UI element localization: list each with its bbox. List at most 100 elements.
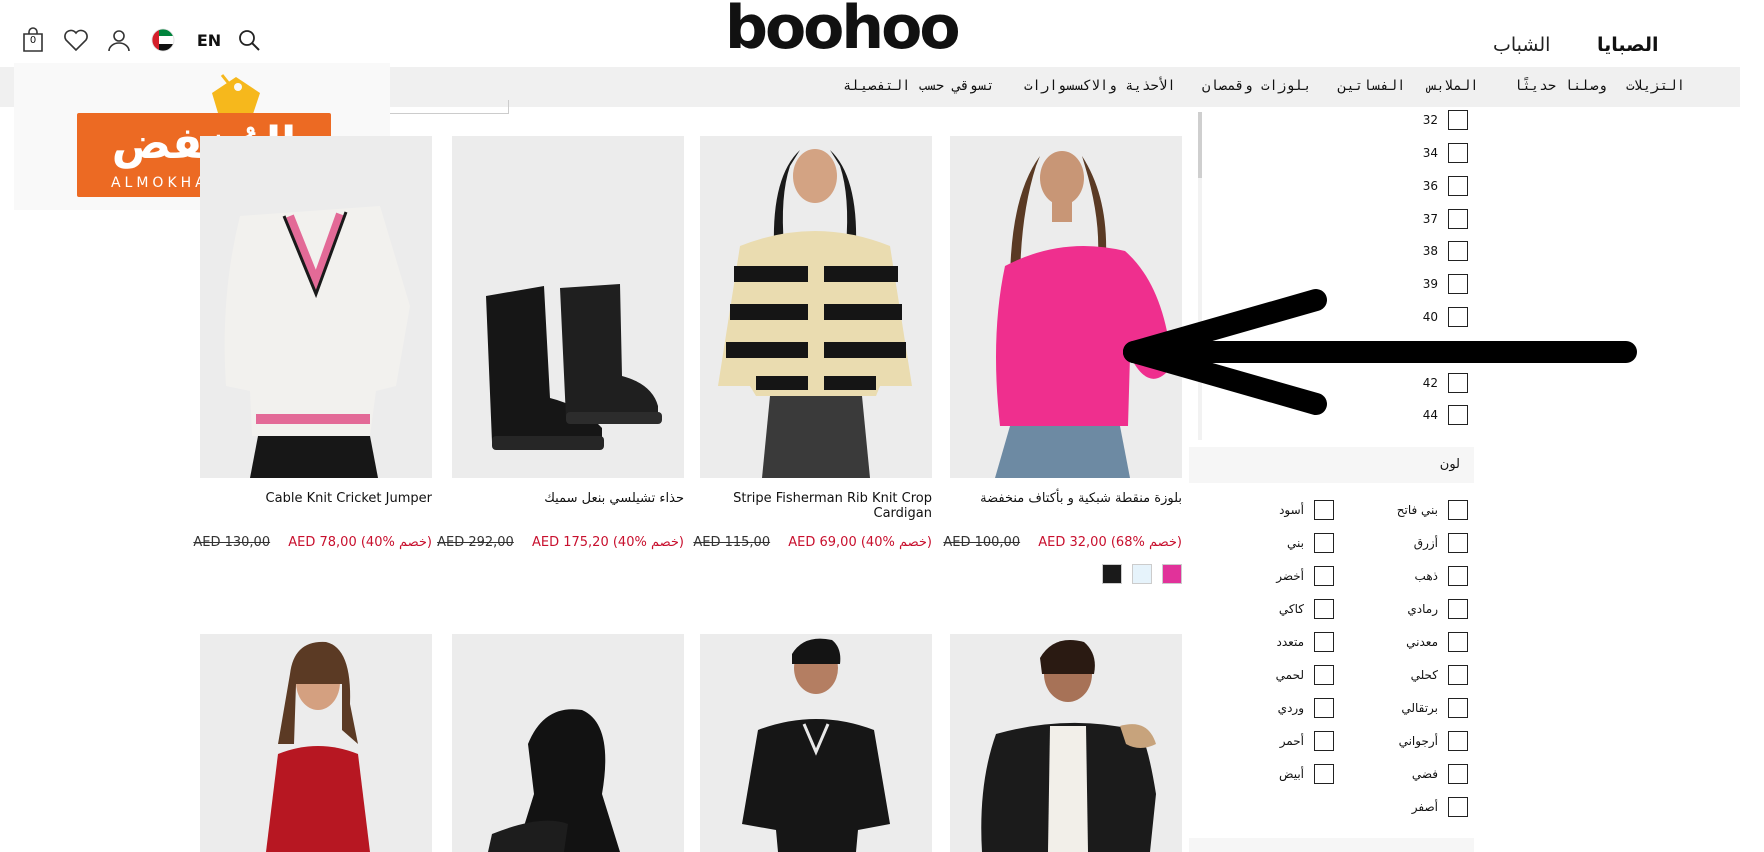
product-card[interactable]: [950, 634, 1182, 852]
search-icon[interactable]: [236, 26, 262, 54]
size-option-38[interactable]: 38: [1410, 241, 1468, 263]
color-option[interactable]: معدني: [1318, 632, 1468, 654]
color-option[interactable]: وردي: [1184, 698, 1334, 720]
product-card[interactable]: [200, 634, 432, 852]
color-label: أرجواني: [1398, 734, 1438, 748]
product-card[interactable]: حذاء تشيلسي بنعل سميك AED 292,00 AED 175…: [437, 136, 684, 550]
product-image[interactable]: [700, 136, 932, 478]
color-checkbox[interactable]: [1314, 731, 1334, 751]
color-checkbox[interactable]: [1448, 533, 1468, 553]
color-checkbox[interactable]: [1314, 764, 1334, 784]
color-checkbox[interactable]: [1448, 665, 1468, 685]
size-label: 32: [1422, 113, 1438, 127]
nav-item-tops[interactable]: بلوزات وقمصان: [1202, 78, 1312, 94]
color-label: فضي: [1411, 767, 1438, 781]
color-label: أسود: [1279, 503, 1304, 517]
nav-item-dresses[interactable]: الفساتين: [1338, 78, 1405, 94]
product-image[interactable]: [452, 136, 684, 478]
wishlist-icon[interactable]: [62, 26, 90, 54]
color-checkbox[interactable]: [1314, 665, 1334, 685]
product-name[interactable]: Stripe Fisherman Rib Knit Crop Cardigan: [700, 491, 932, 521]
color-option[interactable]: أصفر: [1318, 797, 1468, 819]
brand-logo[interactable]: boohoo: [725, 0, 961, 60]
next-filter-section[interactable]: [1189, 838, 1474, 852]
old-price: AED 115,00: [693, 535, 771, 550]
color-checkbox[interactable]: [1448, 566, 1468, 586]
color-option[interactable]: أسود: [1184, 500, 1334, 522]
color-checkbox[interactable]: [1314, 599, 1334, 619]
site-header: 0 EN boohoo الصبايا الشباب: [0, 0, 1764, 67]
product-card[interactable]: Stripe Fisherman Rib Knit Crop Cardigan …: [693, 136, 932, 550]
color-option[interactable]: بني: [1184, 533, 1334, 555]
flag-icon[interactable]: [150, 26, 176, 54]
language-switch[interactable]: EN: [194, 26, 224, 54]
color-label: أبيض: [1279, 767, 1304, 781]
color-option[interactable]: أرجواني: [1318, 731, 1468, 753]
product-name[interactable]: بلوزة منقطة شبكية و بأكتاف منخفضة: [950, 491, 1182, 506]
swatch-pink[interactable]: [1162, 564, 1182, 584]
color-label: برتقالي: [1401, 701, 1438, 715]
nav-item-new-in[interactable]: وصلنا حديثًا: [1514, 78, 1607, 94]
color-checkbox[interactable]: [1314, 698, 1334, 718]
color-option[interactable]: كحلي: [1318, 665, 1468, 687]
product-image[interactable]: [950, 634, 1182, 852]
color-filter-header[interactable]: لون: [1189, 447, 1474, 483]
color-checkbox[interactable]: [1448, 599, 1468, 619]
size-option-32[interactable]: 32: [1410, 110, 1468, 132]
size-checkbox[interactable]: [1448, 209, 1468, 229]
nav-item-clothing[interactable]: الملابس: [1428, 78, 1479, 94]
size-label: 38: [1422, 244, 1438, 258]
color-checkbox[interactable]: [1314, 500, 1334, 520]
swatch-light-blue[interactable]: [1132, 564, 1152, 584]
color-checkbox[interactable]: [1448, 698, 1468, 718]
swatch-black[interactable]: [1102, 564, 1122, 584]
color-option[interactable]: بني فاتح: [1318, 500, 1468, 522]
color-option[interactable]: لحمي: [1184, 665, 1334, 687]
color-checkbox[interactable]: [1314, 632, 1334, 652]
product-image[interactable]: [452, 634, 684, 852]
product-card[interactable]: [452, 634, 684, 852]
color-option[interactable]: أبيض: [1184, 764, 1334, 786]
product-card[interactable]: Cable Knit Cricket Jumper AED 130,00 AED…: [193, 136, 432, 550]
sort-dropdown-edge[interactable]: [376, 100, 509, 114]
color-option[interactable]: برتقالي: [1318, 698, 1468, 720]
color-checkbox[interactable]: [1448, 731, 1468, 751]
color-checkbox[interactable]: [1448, 632, 1468, 652]
color-option[interactable]: ذهب: [1318, 566, 1468, 588]
color-option[interactable]: أحمر: [1184, 731, 1334, 753]
tab-men[interactable]: الشباب: [1493, 34, 1550, 56]
size-checkbox[interactable]: [1448, 143, 1468, 163]
nav-item-sale[interactable]: التزيلات: [1626, 78, 1685, 94]
nav-item-shoes-accessories[interactable]: الأحذية والاكسسوارات: [1024, 78, 1176, 94]
bag-icon[interactable]: 0: [20, 26, 46, 54]
size-option-36[interactable]: 36: [1410, 176, 1468, 198]
size-checkbox[interactable]: [1448, 110, 1468, 130]
account-icon[interactable]: [106, 26, 132, 54]
product-name[interactable]: Cable Knit Cricket Jumper: [200, 491, 432, 506]
product-image[interactable]: [200, 634, 432, 852]
color-checkbox[interactable]: [1314, 533, 1334, 553]
filter-scrollbar-thumb[interactable]: [1198, 112, 1202, 178]
color-checkbox[interactable]: [1448, 797, 1468, 817]
size-option-34[interactable]: 34: [1410, 143, 1468, 165]
product-image[interactable]: [200, 136, 432, 478]
nav-item-shop-by-fit[interactable]: تسوقي حسب التفصيلة: [843, 78, 995, 94]
color-option[interactable]: رمادي: [1318, 599, 1468, 621]
color-option[interactable]: أزرق: [1318, 533, 1468, 555]
color-checkbox[interactable]: [1448, 500, 1468, 520]
color-option[interactable]: متعدد: [1184, 632, 1334, 654]
product-name[interactable]: حذاء تشيلسي بنعل سميك: [452, 491, 684, 506]
product-image[interactable]: [700, 634, 932, 852]
tab-women[interactable]: الصبايا: [1597, 34, 1659, 56]
color-option[interactable]: كاكي: [1184, 599, 1334, 621]
color-checkbox[interactable]: [1448, 764, 1468, 784]
product-card[interactable]: [700, 634, 932, 852]
size-option-37[interactable]: 37: [1410, 209, 1468, 231]
color-checkbox[interactable]: [1314, 566, 1334, 586]
color-option[interactable]: فضي: [1318, 764, 1468, 786]
size-label: 36: [1422, 179, 1438, 193]
color-option[interactable]: أخضر: [1184, 566, 1334, 588]
color-label: أصفر: [1411, 800, 1438, 814]
size-checkbox[interactable]: [1448, 176, 1468, 196]
size-checkbox[interactable]: [1448, 241, 1468, 261]
